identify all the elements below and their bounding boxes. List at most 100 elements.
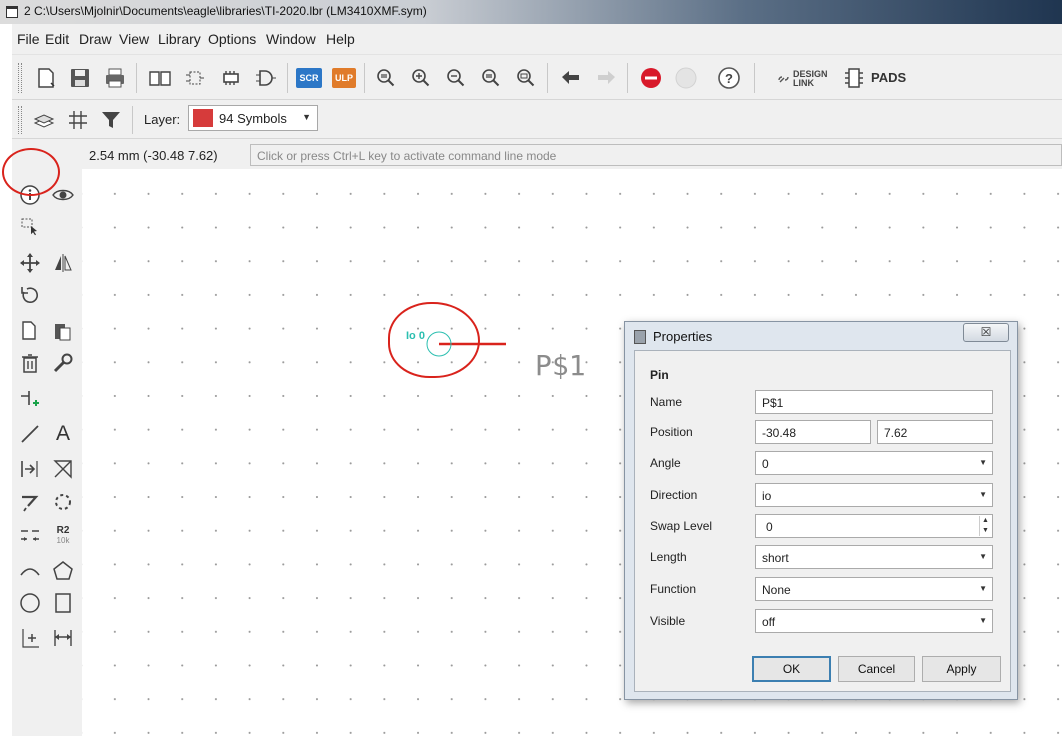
layer-select[interactable]: 94 Symbols ▼ bbox=[188, 105, 318, 131]
spin-buttons[interactable]: ▲ ▼ bbox=[979, 516, 991, 536]
position-y-field[interactable]: 7.62 bbox=[877, 420, 993, 444]
symbol-icon bbox=[186, 71, 204, 85]
symbol-button[interactable] bbox=[181, 64, 209, 92]
rectangle-tool-button[interactable] bbox=[50, 590, 76, 616]
angle-select[interactable]: 0 ▼ bbox=[755, 451, 993, 475]
dimension-tool-button[interactable] bbox=[50, 625, 76, 651]
direction-value: io bbox=[762, 489, 772, 503]
menu-file[interactable]: File bbox=[17, 31, 40, 47]
split-tool-button[interactable] bbox=[17, 522, 43, 548]
zoom-redraw-button[interactable] bbox=[477, 64, 505, 92]
menu-edit[interactable]: Edit bbox=[45, 31, 69, 47]
wire-tool-button[interactable] bbox=[50, 456, 76, 482]
chevron-down-icon: ▼ bbox=[979, 458, 987, 467]
properties-dialog: Properties ☒ Pin Name P$1 Position -30.4… bbox=[624, 321, 1018, 700]
coordinate-readout: 2.54 mm (-30.48 7.62) bbox=[89, 148, 218, 163]
device-button[interactable] bbox=[252, 64, 280, 92]
text-icon: A bbox=[55, 422, 70, 445]
dialog-close-button[interactable]: ☒ bbox=[963, 323, 1009, 342]
position-x-field[interactable]: -30.48 bbox=[755, 420, 871, 444]
name-field[interactable]: P$1 bbox=[755, 390, 993, 414]
paste-tool-button[interactable] bbox=[50, 318, 76, 344]
dialog-body: Pin Name P$1 Position -30.48 7.62 Angle … bbox=[634, 350, 1011, 692]
go-button[interactable] bbox=[672, 64, 700, 92]
rotate-tool-button[interactable] bbox=[17, 282, 43, 308]
copy-tool-button[interactable] bbox=[17, 318, 43, 344]
mirror-tool-button[interactable] bbox=[50, 250, 76, 276]
arc-icon bbox=[20, 568, 40, 576]
swap-level-value: 0 bbox=[766, 520, 773, 534]
run-script-button[interactable]: SCR bbox=[295, 64, 323, 92]
select-tool-button[interactable] bbox=[17, 214, 43, 240]
layer-settings-button[interactable] bbox=[30, 106, 58, 134]
zoom-fit-button[interactable] bbox=[372, 64, 400, 92]
direction-select[interactable]: io ▼ bbox=[755, 483, 993, 507]
marquee-select-icon bbox=[21, 218, 37, 236]
grid-button[interactable] bbox=[64, 106, 92, 134]
undo-button[interactable] bbox=[557, 64, 585, 92]
apply-button[interactable]: Apply bbox=[922, 656, 1001, 682]
menu-window[interactable]: Window bbox=[266, 31, 316, 47]
filter-button[interactable] bbox=[97, 106, 125, 134]
pads-label: PADS bbox=[871, 70, 907, 85]
move-tool-button[interactable] bbox=[17, 250, 43, 276]
zoom-fit-icon bbox=[377, 69, 395, 87]
spin-up-icon[interactable]: ▲ bbox=[980, 516, 991, 526]
menu-options[interactable]: Options bbox=[208, 31, 256, 47]
menu-help[interactable]: Help bbox=[326, 31, 355, 47]
print-button[interactable] bbox=[101, 64, 129, 92]
wire-icon bbox=[53, 460, 72, 479]
annotation-circle-info bbox=[2, 148, 60, 196]
menu-draw[interactable]: Draw bbox=[79, 31, 112, 47]
spin-down-icon[interactable]: ▼ bbox=[980, 526, 991, 536]
zoom-in-button[interactable] bbox=[407, 64, 435, 92]
smash-tool-button[interactable] bbox=[17, 489, 43, 515]
circle-tool-button[interactable] bbox=[17, 590, 43, 616]
toolbar-grip[interactable] bbox=[18, 63, 22, 93]
package-button[interactable] bbox=[217, 64, 245, 92]
redo-button[interactable] bbox=[592, 64, 620, 92]
zoom-out-button[interactable] bbox=[442, 64, 470, 92]
zoom-select-icon bbox=[517, 69, 535, 87]
design-link-label-2: LINK bbox=[793, 78, 814, 88]
new-file-button[interactable] bbox=[32, 64, 60, 92]
open-library-button[interactable] bbox=[146, 64, 174, 92]
arc-tool-button[interactable] bbox=[17, 558, 43, 584]
run-ulp-button[interactable]: ULP bbox=[330, 64, 358, 92]
design-link-button[interactable]: DESIGN LINK bbox=[777, 68, 833, 90]
pads-button[interactable]: PADS bbox=[844, 66, 910, 90]
ok-button[interactable]: OK bbox=[752, 656, 831, 682]
help-button[interactable]: ? bbox=[715, 64, 743, 92]
pin-tool-button[interactable] bbox=[17, 386, 43, 412]
value-tool-button[interactable]: R2 10k bbox=[50, 522, 76, 548]
save-button[interactable] bbox=[66, 64, 94, 92]
text-tool-button[interactable]: A bbox=[50, 421, 76, 447]
name-tool-button[interactable] bbox=[17, 456, 43, 482]
line-tool-button[interactable] bbox=[17, 421, 43, 447]
function-value: None bbox=[762, 583, 791, 597]
toolbar-grip[interactable] bbox=[18, 106, 22, 134]
delete-tool-button[interactable] bbox=[17, 350, 43, 376]
change-tool-button[interactable] bbox=[50, 350, 76, 376]
mark-tool-button[interactable] bbox=[17, 625, 43, 651]
new-file-icon bbox=[38, 68, 55, 88]
layer-color-swatch bbox=[193, 109, 213, 127]
svg-text:?: ? bbox=[725, 71, 733, 86]
visible-select[interactable]: off ▼ bbox=[755, 609, 993, 633]
cancel-button[interactable]: Cancel bbox=[838, 656, 915, 682]
main-toolbar: SCR ULP ? DESIGN LINK PADS bbox=[12, 54, 1062, 100]
direction-label: Direction bbox=[650, 488, 698, 502]
stop-button[interactable] bbox=[637, 64, 665, 92]
menu-library[interactable]: Library bbox=[158, 31, 201, 47]
function-select[interactable]: None ▼ bbox=[755, 577, 993, 601]
pin-name-label: P$1 bbox=[535, 349, 586, 382]
name-field-value: P$1 bbox=[762, 396, 784, 410]
trash-icon bbox=[22, 354, 38, 373]
group-tool-button[interactable] bbox=[50, 489, 76, 515]
swap-level-spinbox[interactable]: 0 ▲ ▼ bbox=[755, 514, 993, 538]
zoom-select-button[interactable] bbox=[512, 64, 540, 92]
length-select[interactable]: short ▼ bbox=[755, 545, 993, 569]
polygon-tool-button[interactable] bbox=[50, 558, 76, 584]
menu-view[interactable]: View bbox=[119, 31, 149, 47]
command-line-input[interactable]: Click or press Ctrl+L key to activate co… bbox=[250, 144, 1062, 166]
